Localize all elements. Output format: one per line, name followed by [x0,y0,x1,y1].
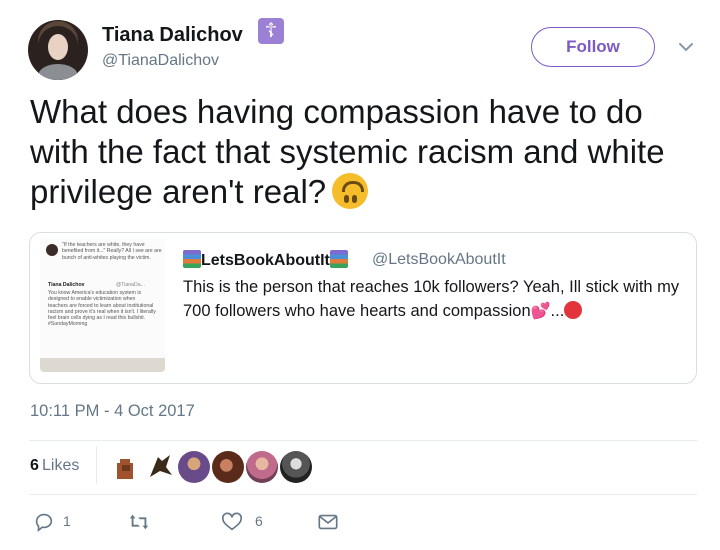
liker-avatar[interactable] [246,451,278,483]
likes-count[interactable]: 6 [30,457,39,475]
liker-avatar[interactable] [110,451,142,483]
books-icon [183,250,201,268]
user-handle[interactable]: @TianaDalichov [102,52,219,70]
thumbnail-bottom-strip [40,358,165,372]
thumbnail-inner-name: Tiana Dalichov [48,282,85,288]
thumbnail-inner-handle: @TianaDa... [116,282,146,288]
liker-avatar[interactable] [144,451,176,483]
retweet-icon[interactable] [128,511,150,533]
thumbnail-inner-text: You know America's education system is d… [48,290,156,328]
like-count[interactable]: 6 [255,513,263,529]
books-icon [329,250,348,268]
liker-avatar[interactable] [280,451,312,483]
quoted-text-suffix: ... [550,302,565,320]
direct-message-icon[interactable] [317,511,339,533]
avatar[interactable] [28,20,88,80]
tweet-text: What does having compassion have to do w… [30,92,710,212]
quoted-tweet-thumbnail[interactable]: "If the teachers are white, they have be… [40,238,165,372]
angry-face-icon [564,301,583,319]
two-hearts-icon: 💕 [530,303,551,320]
liker-avatar[interactable] [178,451,210,483]
thumbnail-avatar [46,244,58,256]
divider [29,494,697,495]
heart-icon[interactable] [221,511,243,533]
thumbnail-caption: "If the teachers are white, they have be… [62,242,162,261]
divider [96,446,97,484]
quoted-tweet-text: This is the person that reaches 10k foll… [183,275,683,324]
quoted-handle[interactable]: @LetsBookAboutIt [372,251,506,269]
quoted-name-text: LetsBookAboutIt [201,252,330,269]
likes-label[interactable]: Likes [42,457,79,475]
reply-count[interactable]: 1 [63,513,71,529]
divider [29,440,697,441]
orthodox-cross-badge-icon: ☦ [258,18,284,44]
quoted-display-name[interactable]: LetsBookAboutIt [183,250,348,270]
reply-icon[interactable] [33,511,55,533]
chevron-down-icon[interactable] [676,37,696,57]
quoted-text-body: This is the person that reaches 10k foll… [183,278,680,320]
upside-down-face-icon [332,173,369,209]
display-name[interactable]: Tiana Dalichov [102,24,243,47]
follow-button[interactable]: Follow [531,27,655,67]
tweet-timestamp[interactable]: 10:11 PM - 4 Oct 2017 [30,402,195,421]
liker-avatar[interactable] [212,451,244,483]
